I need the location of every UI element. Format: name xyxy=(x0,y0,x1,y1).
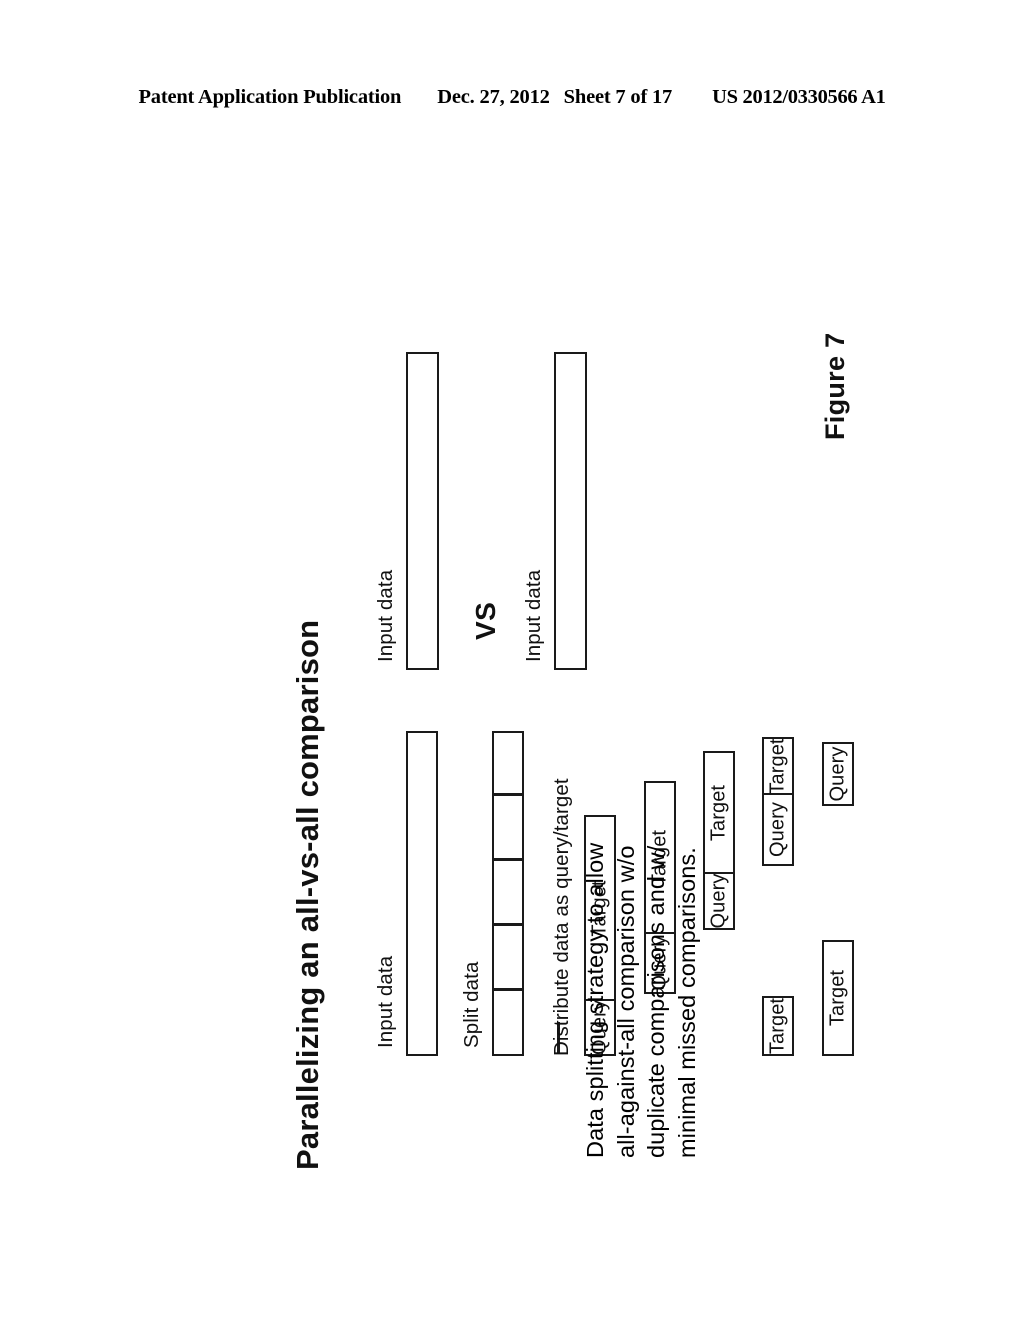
sheet-number: Sheet 7 of 17 xyxy=(563,86,673,108)
distribution-row-7-target-box: Target xyxy=(822,940,854,1056)
split-data-bar xyxy=(492,731,560,1056)
patent-running-header: Patent Application Publication Dec. 27, … xyxy=(0,86,1024,109)
distribution-row-5-query-box: Query xyxy=(822,742,854,806)
distribution-row-3: Query Target xyxy=(703,751,735,930)
distribute-label: Distribute data as query/target xyxy=(550,778,573,1056)
split-divider-1 xyxy=(492,988,524,991)
target-box-label: Target xyxy=(766,997,789,1055)
query-box-label: Query xyxy=(826,746,849,802)
query-box-label: Query xyxy=(766,802,789,857)
figure-canvas: Parallelizing an all-vs-all comparison I… xyxy=(132,200,892,1200)
distribution-row-4: Query Target xyxy=(762,737,794,866)
figure-title: Parallelizing an all-vs-all comparison xyxy=(290,619,325,1170)
comparison-left-label: Input data xyxy=(374,569,397,662)
input-data-label: Input data xyxy=(374,955,397,1048)
comparison-operator: VS xyxy=(470,601,501,640)
target-box: Target xyxy=(762,737,794,796)
split-divider-2 xyxy=(492,923,524,926)
patent-page: Patent Application Publication Dec. 27, … xyxy=(0,0,1024,1320)
figure-inner: Parallelizing an all-vs-all comparison I… xyxy=(132,200,892,1200)
query-box: Query xyxy=(762,793,794,866)
figure-description: Data splitting strategy to allow all-aga… xyxy=(582,842,700,1158)
publication-date: Dec. 27, 2012 xyxy=(437,86,550,108)
split-divider-4 xyxy=(492,793,524,796)
split-divider-3 xyxy=(492,858,524,861)
target-box-label: Target xyxy=(826,969,849,1027)
comparison-left-bar xyxy=(406,352,439,670)
target-box-label: Target xyxy=(707,784,730,842)
comparison-right-label: Input data xyxy=(522,569,545,662)
target-box: Target xyxy=(703,751,735,875)
split-data-label: Split data xyxy=(460,961,483,1048)
query-box: Query xyxy=(703,872,735,930)
query-box-label: Query xyxy=(707,873,730,929)
distribution-row-6-target-box: Target xyxy=(762,996,794,1056)
publication-type: Patent Application Publication xyxy=(138,86,402,108)
target-box-label: Target xyxy=(766,738,789,795)
comparison-right-bar xyxy=(554,352,587,670)
input-data-bar xyxy=(406,731,438,1056)
publication-number: US 2012/0330566 A1 xyxy=(712,86,886,108)
figure-caption: Figure 7 xyxy=(820,332,850,440)
